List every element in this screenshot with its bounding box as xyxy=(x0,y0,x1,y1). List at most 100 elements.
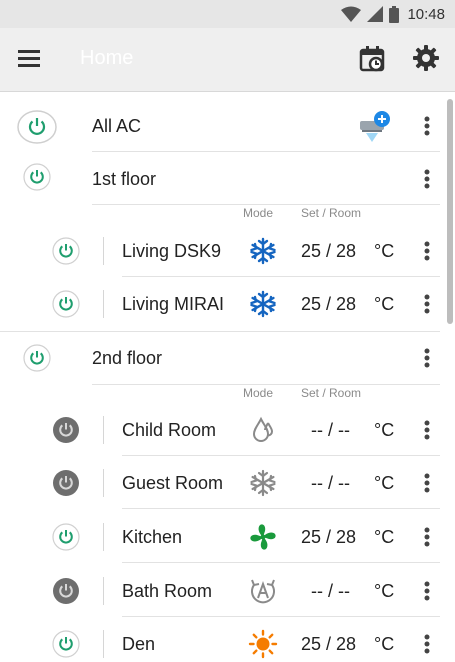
unit-power-button[interactable] xyxy=(52,577,80,610)
calendar-clock-icon xyxy=(359,46,385,72)
more-vert-icon xyxy=(424,116,430,136)
unit-power-button[interactable] xyxy=(52,237,80,270)
group-more-button[interactable] xyxy=(416,345,438,371)
unit-name: Living DSK9 xyxy=(122,241,222,261)
mode-cool-icon xyxy=(248,236,278,266)
unit-power-button[interactable] xyxy=(52,416,80,449)
all-ac-power-button[interactable] xyxy=(17,109,57,150)
add-ac-unit-icon xyxy=(360,111,390,142)
unit-power-button[interactable] xyxy=(52,630,80,662)
unit-more-button[interactable] xyxy=(416,470,438,496)
unit-more-button[interactable] xyxy=(416,578,438,604)
temperature-unit: °C xyxy=(374,473,395,493)
snowflake-icon xyxy=(250,469,276,497)
status-time: 10:48 xyxy=(407,5,445,23)
battery-icon xyxy=(389,5,400,23)
more-vert-icon xyxy=(424,348,430,368)
wifi-icon xyxy=(341,6,362,22)
divider xyxy=(122,508,440,509)
mode-cool-icon xyxy=(248,289,278,319)
temperature-unit: °C xyxy=(374,241,395,261)
separator xyxy=(103,577,104,605)
more-vert-icon xyxy=(424,294,430,314)
divider xyxy=(122,455,440,456)
ac-list: All AC 1st floor Mode Set / Room Living … xyxy=(0,93,455,662)
unit-power-button[interactable] xyxy=(52,290,80,323)
unit-row-living-dsk9[interactable]: Living DSK9 25 / 28 °C xyxy=(0,231,447,271)
power-icon xyxy=(52,237,80,265)
more-vert-icon xyxy=(424,634,430,654)
power-icon xyxy=(53,417,79,443)
group-power-button[interactable] xyxy=(23,163,51,196)
mode-heat-icon xyxy=(248,629,278,659)
scrollbar[interactable] xyxy=(447,99,453,324)
group-name: 1st floor xyxy=(92,169,157,189)
temperature-unit: °C xyxy=(374,581,395,601)
unit-more-button[interactable] xyxy=(416,291,438,317)
divider xyxy=(92,204,440,205)
separator xyxy=(103,523,104,551)
unit-power-button[interactable] xyxy=(52,523,80,556)
app-bar: Home xyxy=(0,28,455,92)
unit-more-button[interactable] xyxy=(416,631,438,657)
more-vert-icon xyxy=(424,241,430,261)
unit-name: Guest Room xyxy=(122,473,224,493)
sun-icon xyxy=(248,629,278,659)
temperature-unit: °C xyxy=(374,527,395,547)
group-row-1st-floor[interactable]: 1st floor xyxy=(0,159,447,199)
unit-name: Living MIRAI xyxy=(122,294,225,314)
more-vert-icon xyxy=(424,473,430,493)
menu-button[interactable] xyxy=(18,48,46,72)
group-more-button[interactable] xyxy=(416,166,438,192)
power-icon xyxy=(52,523,80,551)
all-ac-more-button[interactable] xyxy=(416,113,438,139)
set-room-temperature: 25 / 28 xyxy=(301,634,357,654)
page-title: Home xyxy=(80,47,134,69)
column-header-mode: Mode xyxy=(243,386,274,400)
schedule-button[interactable] xyxy=(358,44,388,74)
unit-row-bath-room[interactable]: Bath Room -- / -- °C xyxy=(0,571,447,611)
mode-dry-icon xyxy=(248,415,278,445)
temperature-unit: °C xyxy=(374,420,395,440)
power-icon xyxy=(52,630,80,658)
mode-auto-icon xyxy=(248,576,278,606)
power-icon xyxy=(53,578,79,604)
water-drop-icon xyxy=(252,416,274,442)
all-ac-label: All AC xyxy=(92,116,142,136)
set-room-temperature: -- / -- xyxy=(311,581,350,601)
fan-icon xyxy=(250,524,276,550)
unit-row-child-room[interactable]: Child Room -- / -- °C xyxy=(0,410,447,450)
unit-power-button[interactable] xyxy=(52,469,80,502)
divider xyxy=(0,331,440,332)
unit-row-kitchen[interactable]: Kitchen 25 / 28 °C xyxy=(0,517,447,557)
set-room-temperature: 25 / 28 xyxy=(301,527,357,547)
power-icon xyxy=(23,163,51,191)
group-row-2nd-floor[interactable]: 2nd floor xyxy=(0,338,447,378)
column-header-set-room: Set / Room xyxy=(301,386,362,400)
group-power-button[interactable] xyxy=(23,344,51,377)
set-room-temperature: 25 / 28 xyxy=(301,294,357,314)
unit-row-guest-room[interactable]: Guest Room -- / -- °C xyxy=(0,463,447,503)
mode-cool-icon xyxy=(248,468,278,498)
more-vert-icon xyxy=(424,581,430,601)
snowflake-icon xyxy=(250,237,276,265)
separator xyxy=(103,237,104,265)
power-icon xyxy=(53,470,79,496)
unit-more-button[interactable] xyxy=(416,417,438,443)
temperature-unit: °C xyxy=(374,634,395,654)
unit-name: Bath Room xyxy=(122,581,213,601)
unit-more-button[interactable] xyxy=(416,238,438,264)
column-header-mode: Mode xyxy=(243,206,274,220)
unit-row-den[interactable]: Den 25 / 28 °C xyxy=(0,624,447,662)
gear-icon xyxy=(413,45,439,71)
unit-more-button[interactable] xyxy=(416,524,438,550)
divider xyxy=(122,276,440,277)
unit-row-living-mirai[interactable]: Living MIRAI 25 / 28 °C xyxy=(0,284,447,324)
add-ac-button[interactable] xyxy=(358,109,392,148)
unit-name: Child Room xyxy=(122,420,217,440)
settings-button[interactable] xyxy=(412,44,442,74)
set-room-temperature: -- / -- xyxy=(311,420,350,440)
more-vert-icon xyxy=(424,527,430,547)
hamburger-menu-icon xyxy=(18,50,40,67)
separator xyxy=(103,416,104,444)
